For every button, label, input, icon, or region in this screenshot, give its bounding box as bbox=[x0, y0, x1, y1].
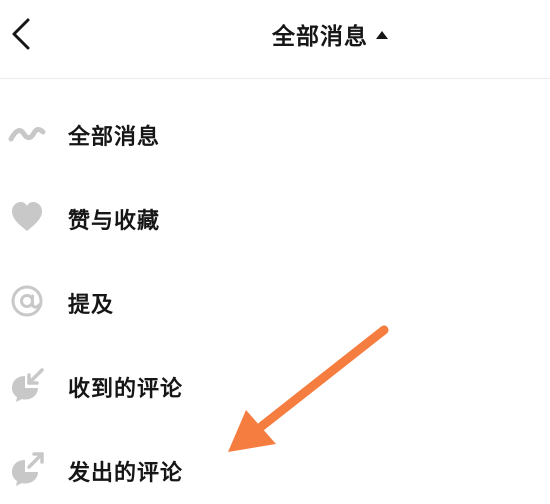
menu-item-mentions[interactable]: 提及 bbox=[0, 270, 550, 334]
menu-item-label: 全部消息 bbox=[68, 125, 161, 150]
menu-item-label: 收到的评论 bbox=[68, 377, 184, 402]
message-filter-dropdown[interactable]: 全部消息 bbox=[272, 14, 388, 54]
caret-up-icon bbox=[376, 31, 388, 39]
wave-icon bbox=[8, 114, 46, 152]
menu-item-all-messages[interactable]: 全部消息 bbox=[0, 102, 550, 166]
at-icon bbox=[8, 282, 46, 320]
menu-item-label: 提及 bbox=[68, 293, 115, 318]
page-title: 全部消息 bbox=[272, 24, 368, 50]
menu-item-comments-sent[interactable]: 发出的评论 bbox=[0, 438, 550, 502]
menu-item-likes-favorites[interactable]: 赞与收藏 bbox=[0, 186, 550, 250]
chevron-left-icon bbox=[12, 18, 30, 50]
back-button[interactable] bbox=[6, 14, 40, 54]
menu-item-label: 发出的评论 bbox=[68, 461, 184, 486]
comment-sent-icon bbox=[8, 450, 46, 488]
comment-received-icon bbox=[8, 366, 46, 404]
top-nav-bar: 全部消息 bbox=[0, 0, 550, 79]
menu-item-label: 赞与收藏 bbox=[68, 209, 161, 234]
menu-item-comments-received[interactable]: 收到的评论 bbox=[0, 354, 550, 418]
heart-icon bbox=[8, 198, 46, 236]
